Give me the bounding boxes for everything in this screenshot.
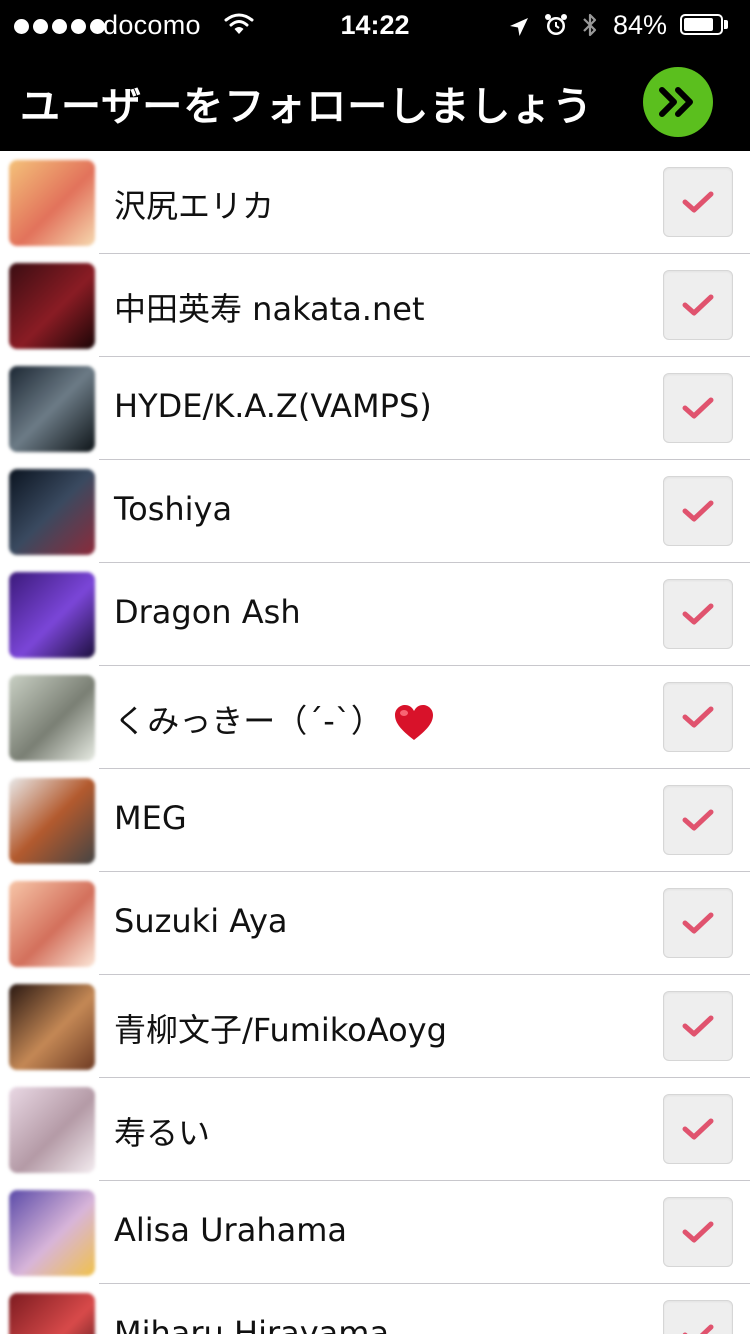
user-name: 中田英寿 nakata.net xyxy=(114,284,425,330)
checkmark-icon xyxy=(682,706,714,728)
header-bar: ユーザーをフォローしましょう xyxy=(0,52,750,151)
user-row[interactable]: MEG xyxy=(0,769,750,872)
user-name-text: 中田英寿 nakata.net xyxy=(114,290,425,328)
user-list: 沢尻エリカ中田英寿 nakata.net HYDE/K.A.Z(VAMPS) Tos… xyxy=(0,151,750,1334)
user-row[interactable]: HYDE/K.A.Z(VAMPS) xyxy=(0,357,750,460)
page-title: ユーザーをフォローしましょう xyxy=(20,84,594,130)
follow-checkbox[interactable] xyxy=(663,579,733,649)
avatar xyxy=(9,263,95,349)
follow-checkbox[interactable] xyxy=(663,1197,733,1267)
location-arrow-icon xyxy=(508,14,530,45)
battery-tip xyxy=(724,20,728,29)
checkmark-icon xyxy=(682,809,714,831)
user-row[interactable]: 寿るい xyxy=(0,1078,750,1181)
user-name-text: MEG xyxy=(114,799,187,837)
user-name-text: くみっきー（´-`） xyxy=(114,702,383,740)
user-name: くみっきー（´-`） xyxy=(114,696,435,742)
battery-percent: 84% xyxy=(613,10,668,40)
user-name: HYDE/K.A.Z(VAMPS) xyxy=(114,387,432,425)
user-row[interactable]: Miharu Hirayama xyxy=(0,1284,750,1334)
double-chevron-right-icon xyxy=(659,87,693,117)
heart-icon xyxy=(394,705,433,740)
user-row[interactable]: Toshiya xyxy=(0,460,750,563)
checkmark-icon xyxy=(682,1118,714,1140)
checkmark-icon xyxy=(682,397,714,419)
checkmark-icon xyxy=(682,500,714,522)
user-row[interactable]: Suzuki Aya xyxy=(0,872,750,975)
user-row[interactable]: Dragon Ash xyxy=(0,563,750,666)
avatar xyxy=(9,469,95,555)
user-row[interactable]: 沢尻エリカ xyxy=(0,151,750,254)
battery-icon xyxy=(680,14,723,35)
avatar xyxy=(9,984,95,1070)
checkmark-icon xyxy=(682,191,714,213)
user-name-text: Miharu Hirayama xyxy=(114,1314,390,1334)
checkmark-icon xyxy=(682,294,714,316)
user-name-text: 寿るい xyxy=(114,1114,211,1152)
user-name: MEG xyxy=(114,799,187,837)
follow-checkbox[interactable] xyxy=(663,1300,733,1334)
avatar xyxy=(9,778,95,864)
user-name-text: Alisa Urahama xyxy=(114,1211,347,1249)
user-row[interactable]: 青柳文子/FumikoAoyg xyxy=(0,975,750,1078)
checkmark-icon xyxy=(682,1324,714,1334)
screen: docomo 14:22 84% ユーザーをフォローしましょう 沢尻エリカ 中田… xyxy=(0,0,750,1334)
avatar xyxy=(9,1087,95,1173)
next-button[interactable] xyxy=(643,67,713,137)
user-name-text: Toshiya xyxy=(114,490,233,528)
avatar xyxy=(9,160,95,246)
checkmark-icon xyxy=(682,1221,714,1243)
avatar xyxy=(9,366,95,452)
follow-checkbox[interactable] xyxy=(663,682,733,752)
avatar xyxy=(9,881,95,967)
user-name: Alisa Urahama xyxy=(114,1211,347,1249)
user-name: Dragon Ash xyxy=(114,593,301,631)
follow-checkbox[interactable] xyxy=(663,991,733,1061)
user-name: 青柳文子/FumikoAoyg xyxy=(114,1005,447,1051)
user-name: Suzuki Aya xyxy=(114,902,288,940)
battery-fill xyxy=(684,18,714,31)
user-name-text: Suzuki Aya xyxy=(114,902,288,940)
follow-checkbox[interactable] xyxy=(663,373,733,443)
user-row[interactable]: 中田英寿 nakata.net xyxy=(0,254,750,357)
user-row[interactable]: Alisa Urahama xyxy=(0,1181,750,1284)
checkmark-icon xyxy=(682,912,714,934)
user-name-text: HYDE/K.A.Z(VAMPS) xyxy=(114,387,432,425)
user-name-text: Dragon Ash xyxy=(114,593,301,631)
follow-checkbox[interactable] xyxy=(663,888,733,958)
user-name: Toshiya xyxy=(114,490,232,528)
avatar xyxy=(9,1293,95,1334)
user-name: 寿るい xyxy=(114,1108,210,1154)
status-bar: docomo 14:22 84% xyxy=(0,0,750,52)
follow-checkbox[interactable] xyxy=(663,785,733,855)
user-row[interactable]: くみっきー（´-`） xyxy=(0,666,750,769)
alarm-icon xyxy=(543,12,569,45)
user-name-text: 沢尻エリカ xyxy=(114,187,275,225)
avatar xyxy=(9,1190,95,1276)
avatar xyxy=(9,572,95,658)
user-name-text: 青柳文子/FumikoAoyg xyxy=(114,1011,447,1049)
follow-checkbox[interactable] xyxy=(663,1094,733,1164)
user-name: Miharu Hirayama xyxy=(114,1314,389,1334)
checkmark-icon xyxy=(682,1015,714,1037)
follow-checkbox[interactable] xyxy=(663,167,733,237)
bluetooth-icon xyxy=(580,11,600,46)
avatar xyxy=(9,675,95,761)
checkmark-icon xyxy=(682,603,714,625)
follow-checkbox[interactable] xyxy=(663,270,733,340)
user-name: 沢尻エリカ xyxy=(114,181,274,227)
follow-checkbox[interactable] xyxy=(663,476,733,546)
